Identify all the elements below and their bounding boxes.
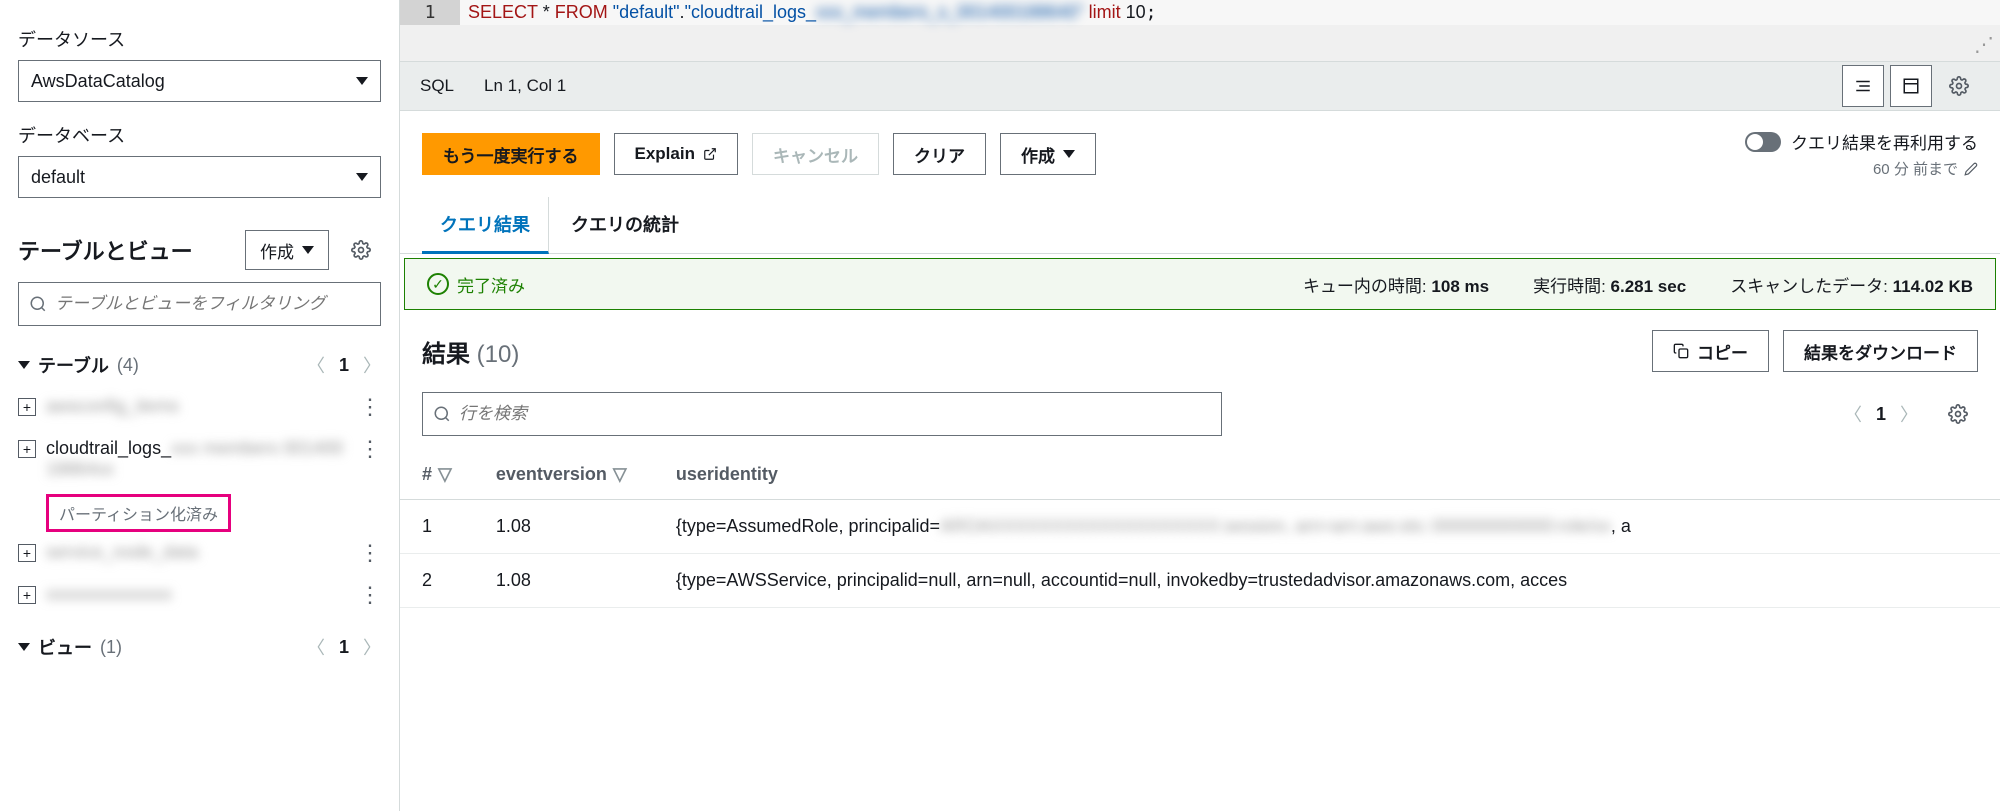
tables-views-heading: テーブルとビュー (18, 234, 193, 266)
copy-button[interactable]: コピー (1652, 330, 1769, 372)
views-section-toggle[interactable]: ビュー (1) (18, 634, 122, 660)
results-filter-input[interactable] (459, 404, 1211, 424)
create-table-button[interactable]: 作成 (245, 230, 329, 270)
cancel-button: キャンセル (752, 133, 879, 175)
expand-icon[interactable]: + (18, 398, 36, 416)
cursor-position: Ln 1, Col 1 (484, 76, 566, 96)
tables-filter[interactable] (18, 282, 381, 326)
results-filter[interactable] (422, 392, 1222, 436)
resize-handle[interactable]: ⋰ (1974, 32, 1994, 57)
sql-code[interactable]: SELECT * FROM "default"."cloudtrail_logs… (460, 0, 2000, 25)
datasource-select[interactable]: AwsDataCatalog (18, 60, 381, 102)
col-eventversion[interactable]: eventversion▽ (474, 450, 654, 500)
caret-down-icon (18, 361, 30, 369)
next-page[interactable]: 〉 (1900, 401, 1918, 427)
caret-down-icon (18, 643, 30, 651)
more-icon[interactable]: ⋮ (359, 542, 381, 564)
chevron-down-icon (356, 77, 368, 85)
chevron-down-icon (302, 246, 314, 254)
more-icon[interactable]: ⋮ (359, 396, 381, 418)
results-heading: 結果 (10) (422, 334, 519, 369)
expand-icon[interactable]: + (18, 544, 36, 562)
col-useridentity[interactable]: useridentity (654, 450, 2000, 500)
expand-icon[interactable]: + (18, 440, 36, 458)
more-icon[interactable]: ⋮ (359, 438, 381, 460)
table-row[interactable]: + xxxxxxxxxxxxxx ⋮ (18, 574, 381, 616)
tab-stats[interactable]: クエリの統計 (553, 197, 697, 253)
editor-lang: SQL (420, 76, 454, 96)
table-row[interactable]: + awsconfig_items ⋮ (18, 386, 381, 428)
reuse-results-toggle[interactable] (1745, 132, 1781, 152)
tab-results[interactable]: クエリ結果 (422, 197, 549, 254)
table-row[interactable]: + cloudtrail_logs_xxx members 0014001886… (18, 428, 381, 490)
line-number: 1 (400, 0, 460, 25)
datasource-label: データソース (18, 26, 381, 52)
clear-button[interactable]: クリア (893, 133, 986, 175)
tables-filter-input[interactable] (55, 294, 370, 314)
gear-icon[interactable] (1938, 65, 1980, 107)
chevron-down-icon (1063, 150, 1075, 158)
page-number: 1 (339, 355, 349, 376)
partitioned-badge: パーティション化済み (46, 494, 231, 532)
prev-page[interactable]: 〈 (307, 352, 325, 378)
edit-icon[interactable] (1964, 162, 1978, 176)
next-page[interactable]: 〉 (363, 352, 381, 378)
explain-button[interactable]: Explain (614, 133, 738, 175)
database-label: データベース (18, 122, 381, 148)
database-value: default (31, 167, 85, 188)
external-link-icon (703, 147, 717, 161)
run-button[interactable]: もう一度実行する (422, 133, 600, 175)
result-row[interactable]: 2 1.08 {type=AWSService, principalid=nul… (400, 554, 2000, 608)
database-select[interactable]: default (18, 156, 381, 198)
results-table: #▽ eventversion▽ useridentity 1 1.08 {ty… (400, 450, 2000, 608)
prev-page[interactable]: 〈 (307, 634, 325, 660)
create-button[interactable]: 作成 (1000, 133, 1096, 175)
status-banner: ✓完了済み キュー内の時間: 108 ms 実行時間: 6.281 sec スキ… (404, 258, 1996, 310)
gear-icon[interactable] (1938, 394, 1978, 434)
next-page[interactable]: 〉 (363, 634, 381, 660)
download-button[interactable]: 結果をダウンロード (1783, 330, 1978, 372)
check-icon: ✓ (427, 273, 449, 295)
tables-section-toggle[interactable]: テーブル (4) (18, 352, 139, 378)
result-row[interactable]: 1 1.08 {type=AssumedRole, principalid=AR… (400, 500, 2000, 554)
more-icon[interactable]: ⋮ (359, 584, 381, 606)
sql-editor[interactable]: 1 SELECT * FROM "default"."cloudtrail_lo… (400, 0, 2000, 61)
expand-icon[interactable]: + (18, 586, 36, 604)
chevron-down-icon (356, 173, 368, 181)
datasource-value: AwsDataCatalog (31, 71, 165, 92)
gear-icon[interactable] (341, 230, 381, 270)
search-icon (433, 405, 451, 423)
layout-icon[interactable] (1890, 65, 1932, 107)
search-icon (29, 295, 47, 313)
copy-icon (1673, 343, 1689, 359)
format-icon[interactable] (1842, 65, 1884, 107)
col-index[interactable]: #▽ (400, 450, 474, 500)
table-row[interactable]: + service_node_data ⋮ (18, 532, 381, 574)
prev-page[interactable]: 〈 (1844, 401, 1862, 427)
